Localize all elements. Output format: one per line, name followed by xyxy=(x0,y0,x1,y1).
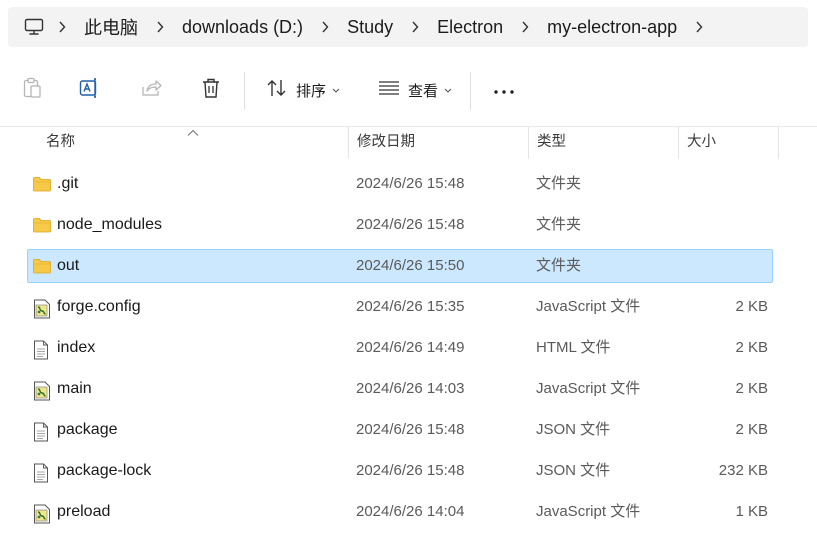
chevron-down-icon xyxy=(332,88,340,93)
file-date: 2024/6/26 15:48 xyxy=(356,216,465,233)
file-date: 2024/6/26 15:35 xyxy=(356,298,465,315)
delete-button[interactable] xyxy=(195,70,227,110)
document-icon xyxy=(33,422,51,442)
file-type: 文件夹 xyxy=(536,216,582,233)
breadcrumb-item[interactable]: Electron xyxy=(431,17,509,38)
file-row[interactable]: package 2024/6/26 15:48 JSON 文件 2 KB xyxy=(27,413,773,447)
file-row[interactable]: .git 2024/6/26 15:48 文件夹 xyxy=(27,167,773,201)
column-divider[interactable] xyxy=(778,127,779,159)
column-header-name[interactable]: 名称 xyxy=(38,127,348,159)
file-row[interactable]: preload 2024/6/26 14:04 JavaScript 文件 1 … xyxy=(27,495,773,529)
folder-icon xyxy=(33,217,51,235)
breadcrumb-item[interactable]: downloads (D:) xyxy=(176,17,309,38)
file-date: 2024/6/26 15:48 xyxy=(356,462,465,479)
file-type: JavaScript 文件 xyxy=(536,380,641,397)
breadcrumb-item[interactable]: Study xyxy=(341,17,399,38)
chevron-right-icon[interactable] xyxy=(689,7,709,47)
breadcrumb-item[interactable]: my-electron-app xyxy=(541,17,683,38)
toolbar-divider xyxy=(244,72,245,110)
file-type: 文件夹 xyxy=(536,175,582,192)
sort-button[interactable]: 排序 xyxy=(262,70,344,110)
file-row-selected[interactable]: out 2024/6/26 15:50 文件夹 xyxy=(27,249,773,283)
file-row[interactable]: index 2024/6/26 14:49 HTML 文件 2 KB xyxy=(27,331,773,365)
file-name: package xyxy=(57,421,118,438)
file-name: package-lock xyxy=(57,462,152,479)
column-header-date[interactable]: 修改日期 xyxy=(349,127,528,159)
file-row[interactable]: node_modules 2024/6/26 15:48 文件夹 xyxy=(27,208,773,242)
sort-icon xyxy=(266,78,288,103)
chevron-right-icon[interactable] xyxy=(405,7,425,47)
rename-button[interactable] xyxy=(74,70,106,110)
more-icon xyxy=(494,81,514,99)
js-file-icon xyxy=(33,299,51,319)
chevron-right-icon[interactable] xyxy=(315,7,335,47)
file-date: 2024/6/26 15:50 xyxy=(356,257,465,274)
document-icon xyxy=(33,463,51,483)
file-size: 2 KB xyxy=(735,421,768,438)
file-name: out xyxy=(57,257,80,274)
chevron-down-icon xyxy=(444,88,452,93)
file-type: 文件夹 xyxy=(536,257,582,274)
file-date: 2024/6/26 14:03 xyxy=(356,380,465,397)
file-row[interactable]: forge.config 2024/6/26 15:35 JavaScript … xyxy=(27,290,773,324)
file-type: JSON 文件 xyxy=(536,462,611,479)
column-header-row: 名称 修改日期 类型 大小 xyxy=(0,127,817,159)
file-name: .git xyxy=(57,175,79,192)
file-size: 2 KB xyxy=(735,298,768,315)
view-label: 查看 xyxy=(407,82,438,100)
file-size: 1 KB xyxy=(735,503,768,520)
chevron-right-icon[interactable] xyxy=(515,7,535,47)
chevron-right-icon[interactable] xyxy=(52,7,72,47)
command-bar: 排序 查看 xyxy=(0,56,817,127)
file-name: preload xyxy=(57,503,111,520)
file-row[interactable]: main 2024/6/26 14:03 JavaScript 文件 2 KB xyxy=(27,372,773,406)
file-name: forge.config xyxy=(57,298,141,315)
file-date: 2024/6/26 14:49 xyxy=(356,339,465,356)
computer-icon[interactable] xyxy=(22,15,46,39)
toolbar-divider xyxy=(470,72,471,110)
file-date: 2024/6/26 15:48 xyxy=(356,175,465,192)
chevron-right-icon[interactable] xyxy=(150,7,170,47)
file-type: HTML 文件 xyxy=(536,339,611,356)
file-name: node_modules xyxy=(57,216,162,233)
folder-icon xyxy=(33,258,51,276)
breadcrumb-item[interactable]: 此电脑 xyxy=(78,14,144,40)
address-bar[interactable]: 此电脑 downloads (D:) Study Electron my-ele… xyxy=(8,7,808,47)
list-view-icon xyxy=(378,80,400,101)
sort-label: 排序 xyxy=(295,82,326,100)
clipboard-icon xyxy=(22,77,42,104)
more-options-button[interactable] xyxy=(488,70,520,110)
share-icon xyxy=(141,78,163,103)
trash-icon xyxy=(201,77,221,104)
paste-button[interactable] xyxy=(16,70,48,110)
file-size: 2 KB xyxy=(735,339,768,356)
file-size: 232 KB xyxy=(718,462,768,479)
file-type: JSON 文件 xyxy=(536,421,611,438)
file-date: 2024/6/26 14:04 xyxy=(356,503,465,520)
column-header-type[interactable]: 类型 xyxy=(529,127,678,159)
folder-icon xyxy=(33,176,51,194)
column-header-size[interactable]: 大小 xyxy=(679,127,778,159)
file-row[interactable]: package-lock 2024/6/26 15:48 JSON 文件 232… xyxy=(27,454,773,488)
file-name: main xyxy=(57,380,92,397)
breadcrumb: 此电脑 downloads (D:) Study Electron my-ele… xyxy=(46,7,715,47)
document-icon xyxy=(33,340,51,360)
address-bar-area: 此电脑 downloads (D:) Study Electron my-ele… xyxy=(0,0,817,56)
file-size: 2 KB xyxy=(735,380,768,397)
js-file-icon xyxy=(33,504,51,524)
file-name: index xyxy=(57,339,96,356)
rename-icon xyxy=(79,77,101,104)
file-type: JavaScript 文件 xyxy=(536,298,641,315)
js-file-icon xyxy=(33,381,51,401)
file-date: 2024/6/26 15:48 xyxy=(356,421,465,438)
view-button[interactable]: 查看 xyxy=(374,70,456,110)
share-button[interactable] xyxy=(136,70,168,110)
file-type: JavaScript 文件 xyxy=(536,503,641,520)
